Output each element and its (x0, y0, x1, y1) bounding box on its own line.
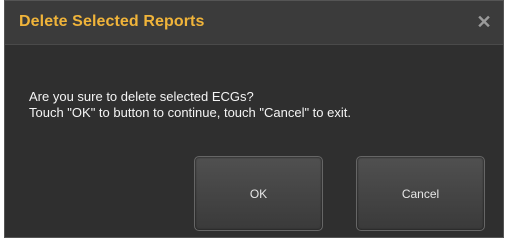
dialog-title: Delete Selected Reports (19, 13, 205, 30)
ok-button[interactable]: OK (194, 156, 323, 231)
cancel-button[interactable]: Cancel (356, 156, 485, 231)
cancel-button-label: Cancel (401, 186, 440, 201)
ok-button-label: OK (249, 186, 268, 201)
dialog-message: Are you sure to delete selected ECGs? To… (29, 89, 351, 121)
delete-reports-dialog: Delete Selected Reports ✕ Are you sure t… (4, 0, 504, 238)
message-line-1: Are you sure to delete selected ECGs? (29, 89, 254, 104)
dialog-titlebar: Delete Selected Reports ✕ (5, 1, 503, 45)
message-line-2: Touch "OK" to button to continue, touch … (29, 105, 351, 120)
close-icon[interactable]: ✕ (473, 11, 495, 33)
